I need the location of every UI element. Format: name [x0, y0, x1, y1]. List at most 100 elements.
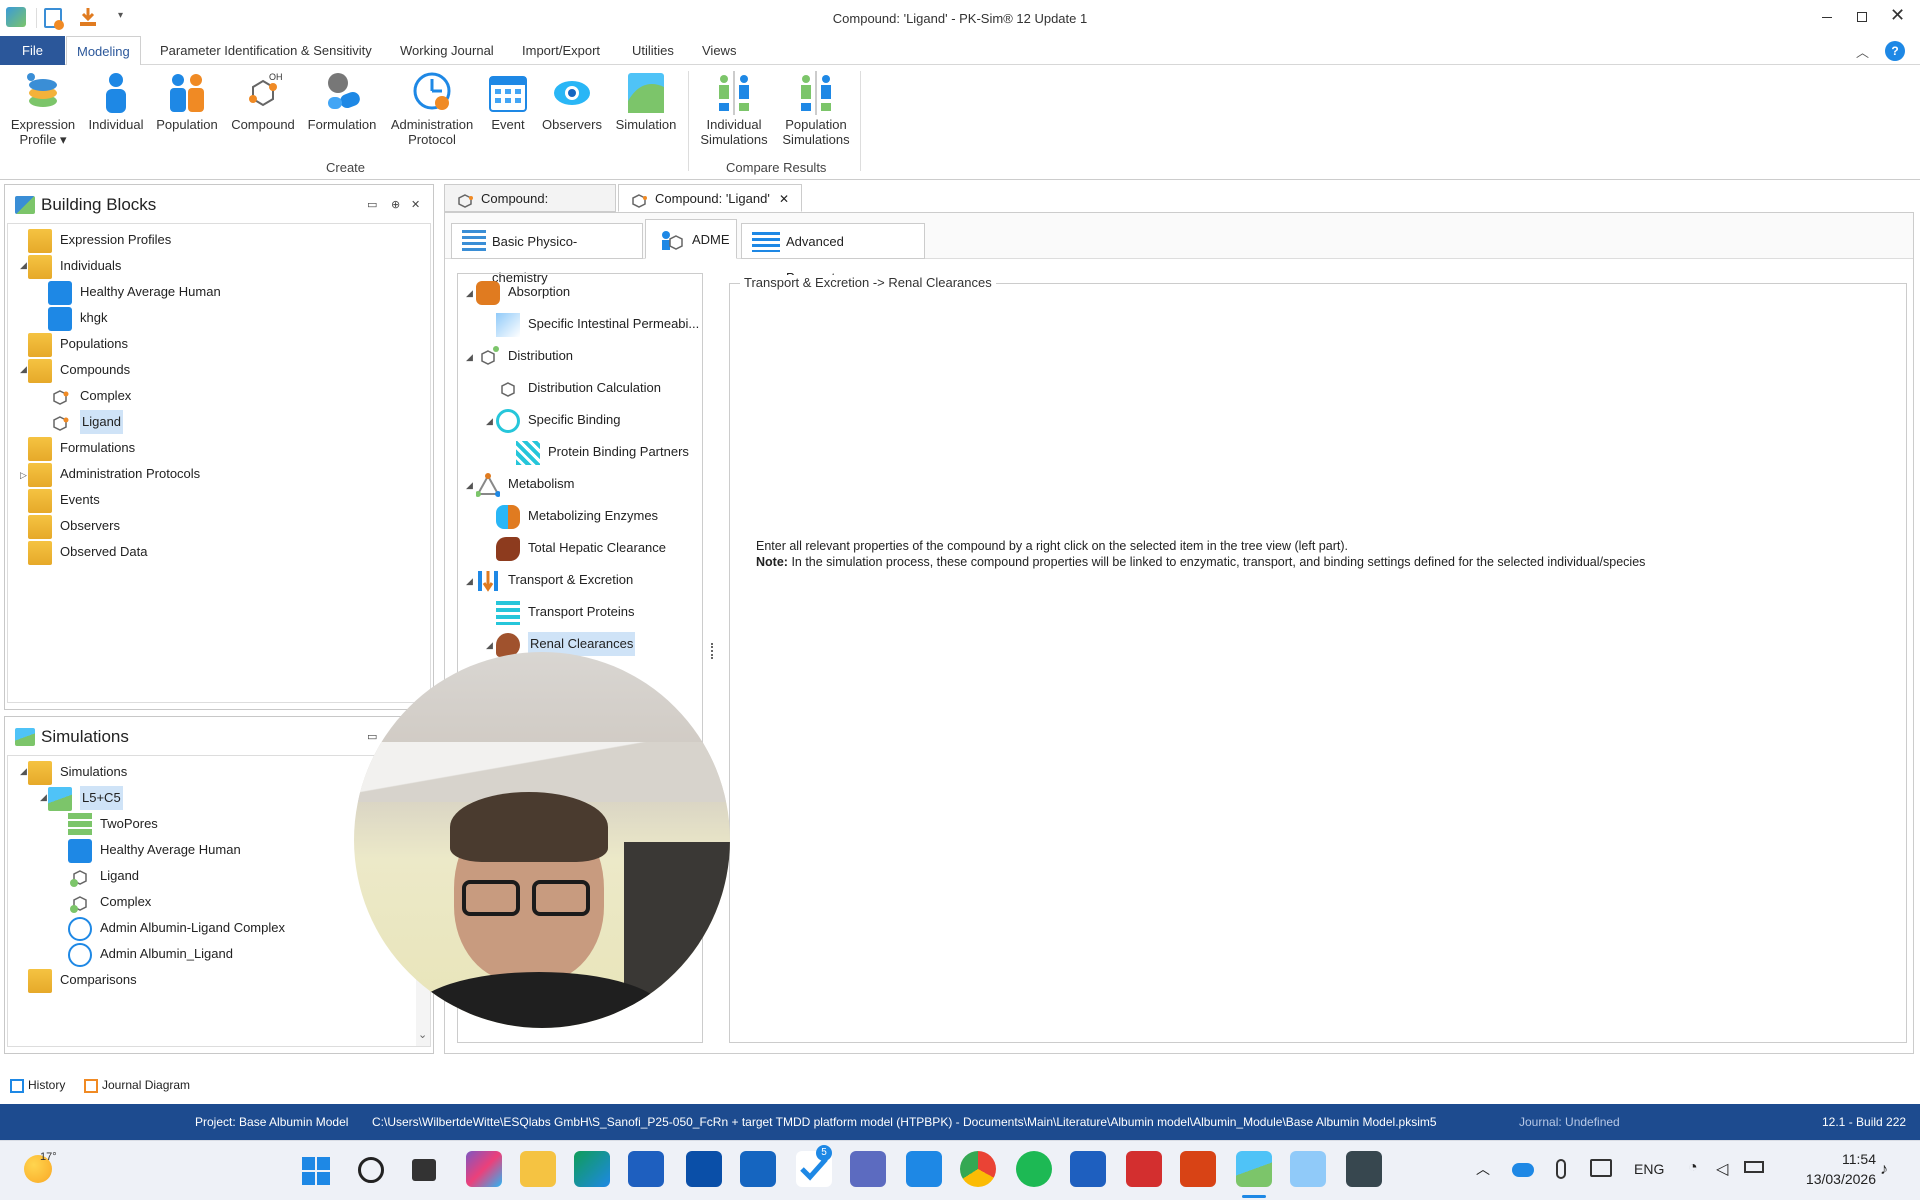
expand-arrow-icon[interactable]: ◢	[466, 576, 473, 587]
file-explorer-icon[interactable]	[520, 1151, 556, 1187]
webcam-glasses-left	[462, 880, 520, 916]
simulation-label: Simulation	[615, 117, 677, 132]
minimize-icon[interactable]	[1822, 17, 1832, 18]
tree-label: Populations	[60, 336, 128, 351]
physico-chemistry-icon	[462, 230, 486, 254]
mobi-icon[interactable]	[1290, 1151, 1326, 1187]
language-indicator[interactable]: ENG	[1634, 1161, 1664, 1177]
expression-profile-button[interactable]: Expression Profile ▾	[8, 71, 78, 147]
scroll-down-icon[interactable]: ⌄	[418, 1028, 427, 1041]
expression-profile-label2: Profile ▾	[19, 132, 67, 147]
pane-pin-icon[interactable]: ⊕	[391, 185, 400, 225]
menu-import-export[interactable]: Import/Export	[512, 36, 610, 65]
edge-icon[interactable]	[574, 1151, 610, 1187]
github-desktop-icon[interactable]	[1346, 1151, 1382, 1187]
close-window-icon[interactable]: ✕	[1890, 5, 1905, 26]
acrobat-icon[interactable]	[1126, 1151, 1162, 1187]
individual-button[interactable]: Individual	[86, 71, 146, 132]
tree-label: Metabolizing Enzymes	[528, 508, 659, 523]
task-view-icon[interactable]	[412, 1159, 436, 1181]
word-icon[interactable]	[1070, 1151, 1106, 1187]
population-simulations-button[interactable]: Population Simulations	[778, 71, 854, 147]
expand-arrow-icon[interactable]: ◢	[486, 640, 493, 651]
doc-tab-complex[interactable]: Compound: 'Complex'	[444, 184, 616, 234]
windows-start-icon[interactable]	[302, 1157, 330, 1185]
population-button[interactable]: Population	[154, 71, 220, 132]
expand-arrow-icon[interactable]: ◢	[20, 260, 27, 271]
simulation-button[interactable]: Simulation	[612, 71, 680, 132]
building-blocks-title: Building Blocks	[41, 195, 157, 214]
display-icon[interactable]	[1590, 1159, 1612, 1177]
pane-minimize-icon[interactable]: ▭	[367, 185, 377, 225]
administration-protocol-button[interactable]: Administration Protocol	[386, 71, 478, 147]
subtab-adme[interactable]: ADME	[645, 219, 737, 259]
microphone-icon[interactable]	[1556, 1159, 1566, 1179]
calendar-icon[interactable]	[906, 1151, 942, 1187]
tree-label: Formulations	[60, 440, 136, 455]
menu-parameter-identification[interactable]: Parameter Identification & Sensitivity	[150, 36, 382, 65]
observers-button[interactable]: Observers	[540, 71, 604, 132]
journal-diagram-tab[interactable]: Journal Diagram	[84, 1074, 190, 1096]
event-label: Event	[491, 117, 525, 132]
store-icon[interactable]	[628, 1151, 664, 1187]
menu-file[interactable]: File	[0, 36, 65, 65]
advanced-parameters-icon	[752, 232, 780, 252]
pksim-taskbar-icon[interactable]	[1236, 1151, 1272, 1187]
intestine-icon	[476, 281, 500, 305]
help-icon[interactable]: ?	[1885, 41, 1905, 61]
teams-icon[interactable]	[850, 1151, 886, 1187]
expand-arrow-icon[interactable]: ◢	[20, 364, 27, 375]
event-button[interactable]: Event	[484, 71, 532, 132]
expand-arrow-icon[interactable]: ◢	[486, 416, 493, 427]
onedrive-icon[interactable]	[1512, 1163, 1534, 1177]
menu-modeling[interactable]: Modeling	[66, 36, 141, 66]
subtab-basic-physico-chemistry[interactable]: Basic Physico-chemistry	[451, 223, 643, 285]
individual-simulations-button[interactable]: Individual Simulations	[696, 71, 772, 147]
building-blocks-header: Building Blocks ▭ ⊕ ✕	[5, 185, 433, 225]
clock-date[interactable]: 13/03/2026	[1786, 1171, 1876, 1187]
splitter-handle[interactable]	[711, 643, 715, 659]
comparisons-folder-icon	[28, 969, 52, 993]
outlook-icon[interactable]	[740, 1151, 776, 1187]
collapse-arrow-icon[interactable]: ▷	[20, 470, 27, 481]
menu-working-journal[interactable]: Working Journal	[390, 36, 504, 65]
volume-icon[interactable]: ◁	[1716, 1159, 1728, 1179]
collapse-ribbon-icon[interactable]: ︿	[1856, 42, 1869, 61]
expand-arrow-icon[interactable]: ◢	[466, 480, 473, 491]
battery-icon[interactable]	[1744, 1161, 1764, 1173]
history-icon	[10, 1078, 24, 1093]
pane-close-icon[interactable]: ✕	[411, 185, 420, 225]
expand-arrow-icon[interactable]: ◢	[20, 766, 27, 777]
clock-time[interactable]: 11:54	[1786, 1151, 1876, 1167]
tree-label: Simulations	[60, 764, 128, 779]
subtab-advanced-parameters[interactable]: Advanced Parameters	[741, 223, 925, 285]
restore-icon[interactable]	[1857, 12, 1867, 22]
expand-arrow-icon[interactable]: ◢	[466, 288, 473, 299]
compound-button[interactable]: OH Compound	[228, 71, 298, 132]
expression-profiles-folder-icon	[28, 229, 52, 253]
tree-label: Absorption	[508, 284, 571, 299]
copilot-icon[interactable]	[466, 1151, 502, 1187]
powerpoint-icon[interactable]	[1180, 1151, 1216, 1187]
chrome-icon[interactable]	[960, 1151, 996, 1187]
spotify-icon[interactable]	[1016, 1151, 1052, 1187]
expand-arrow-icon[interactable]: ◢	[40, 792, 47, 803]
formulation-button[interactable]: Formulation	[304, 71, 380, 132]
dell-icon[interactable]	[686, 1151, 722, 1187]
notification-bell-icon[interactable]: ♪	[1880, 1161, 1888, 1179]
doc-tab-ligand[interactable]: Compound: 'Ligand' ✕	[618, 184, 802, 212]
doc-tab-label: Compound: 'Ligand'	[655, 191, 770, 206]
close-tab-icon[interactable]: ✕	[779, 185, 789, 213]
tray-expand-icon[interactable]: ︿	[1476, 1159, 1490, 1179]
expand-arrow-icon[interactable]: ◢	[466, 352, 473, 363]
detail-line2: In the simulation process, these compoun…	[791, 555, 1646, 569]
wifi-icon[interactable]: ◔	[1688, 1159, 1698, 1177]
tree-label: Complex	[80, 388, 132, 403]
menu-utilities[interactable]: Utilities	[622, 36, 684, 65]
ribbon: Expression Profile ▾ Individual Populati…	[0, 65, 1920, 180]
menu-views[interactable]: Views	[692, 36, 746, 65]
search-icon[interactable]	[358, 1157, 384, 1183]
history-tab[interactable]: History	[10, 1074, 65, 1096]
calculation-icon	[496, 377, 520, 401]
administration-protocol-label1: Administration	[390, 117, 474, 132]
